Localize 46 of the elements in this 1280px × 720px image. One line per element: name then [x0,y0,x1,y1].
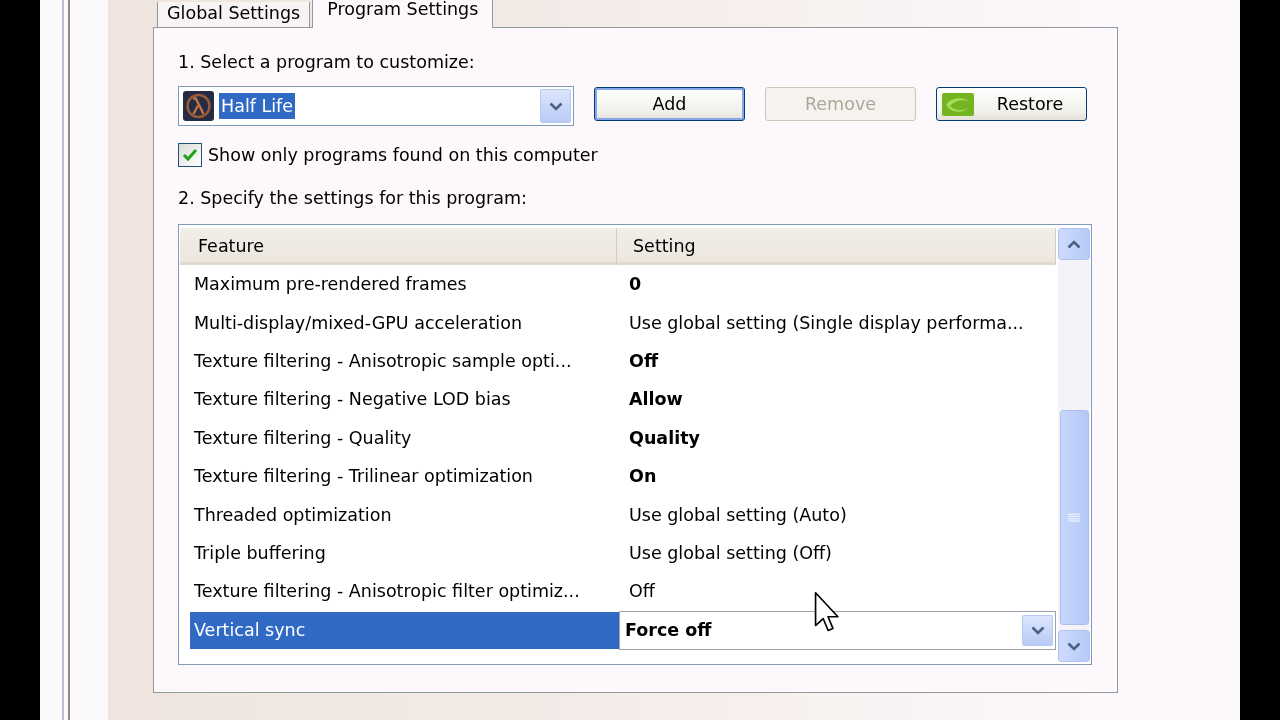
setting-value: Off [629,349,659,372]
feature-name[interactable]: Vertical sync [190,611,619,649]
column-header[interactable]: Feature [180,228,617,265]
setting-value: Allow [629,388,683,411]
feature-name[interactable]: Texture filtering - Anisotropic filter optimiz... [190,572,584,610]
step-label: 2. Specify the settings for this program: [178,187,527,209]
dropdown-button[interactable] [540,89,571,123]
checkbox-label: Show only programs found on this computer [208,144,598,166]
feature-name[interactable]: Multi-display/mixed-GPU acceleration [190,304,526,342]
scroll-down-button[interactable] [1058,630,1090,662]
chevron-up-icon [1067,239,1081,249]
chevron-down-icon [1030,625,1045,635]
grip-icon [1068,513,1080,522]
restore-button[interactable]: Restore [936,87,1087,121]
feature-name[interactable]: Threaded optimization [190,496,396,534]
column-header[interactable]: Setting [617,228,1056,265]
tab[interactable]: Global Settings [157,2,311,28]
setting-value: Use global setting (Off) [629,541,832,564]
chevron-down-icon [1067,641,1081,651]
mouse-pointer-icon [814,591,840,633]
checkbox[interactable] [178,143,202,167]
feature-name[interactable]: Texture filtering - Negative LOD bias [190,380,515,418]
setting-select[interactable]: Force off [619,610,1056,650]
setting-value: 0 [629,273,642,296]
scrollbar-thumb[interactable] [1059,410,1089,625]
feature-name[interactable]: Triple buffering [190,534,330,572]
feature-name[interactable]: Texture filtering - Quality [190,419,416,457]
setting-value: Use global setting (Single display performa... [629,311,1024,334]
setting-value: On [629,465,657,488]
setting-value: Off [629,580,655,603]
step-label: 1. Select a program to customize: [178,51,475,73]
dropdown-button[interactable] [1022,614,1053,646]
lambda-icon [183,91,214,121]
setting-value: Use global setting (Auto) [629,503,847,526]
checkmark-icon [182,148,198,162]
tab[interactable]: Program Settings [312,0,494,28]
setting-value: Quality [629,426,700,449]
add-button[interactable]: Add [594,87,745,121]
feature-name[interactable]: Maximum pre-rendered frames [190,265,471,303]
selected-program-text: Half Life [219,93,295,119]
program-select[interactable]: Half Life [178,86,574,126]
feature-name[interactable]: Texture filtering - Anisotropic sample opti... [190,342,576,380]
scroll-up-button[interactable] [1058,228,1090,260]
logo-icon [942,92,974,116]
feature-name[interactable]: Texture filtering - Trilinear optimization [190,457,537,495]
chevron-down-icon [548,101,563,111]
